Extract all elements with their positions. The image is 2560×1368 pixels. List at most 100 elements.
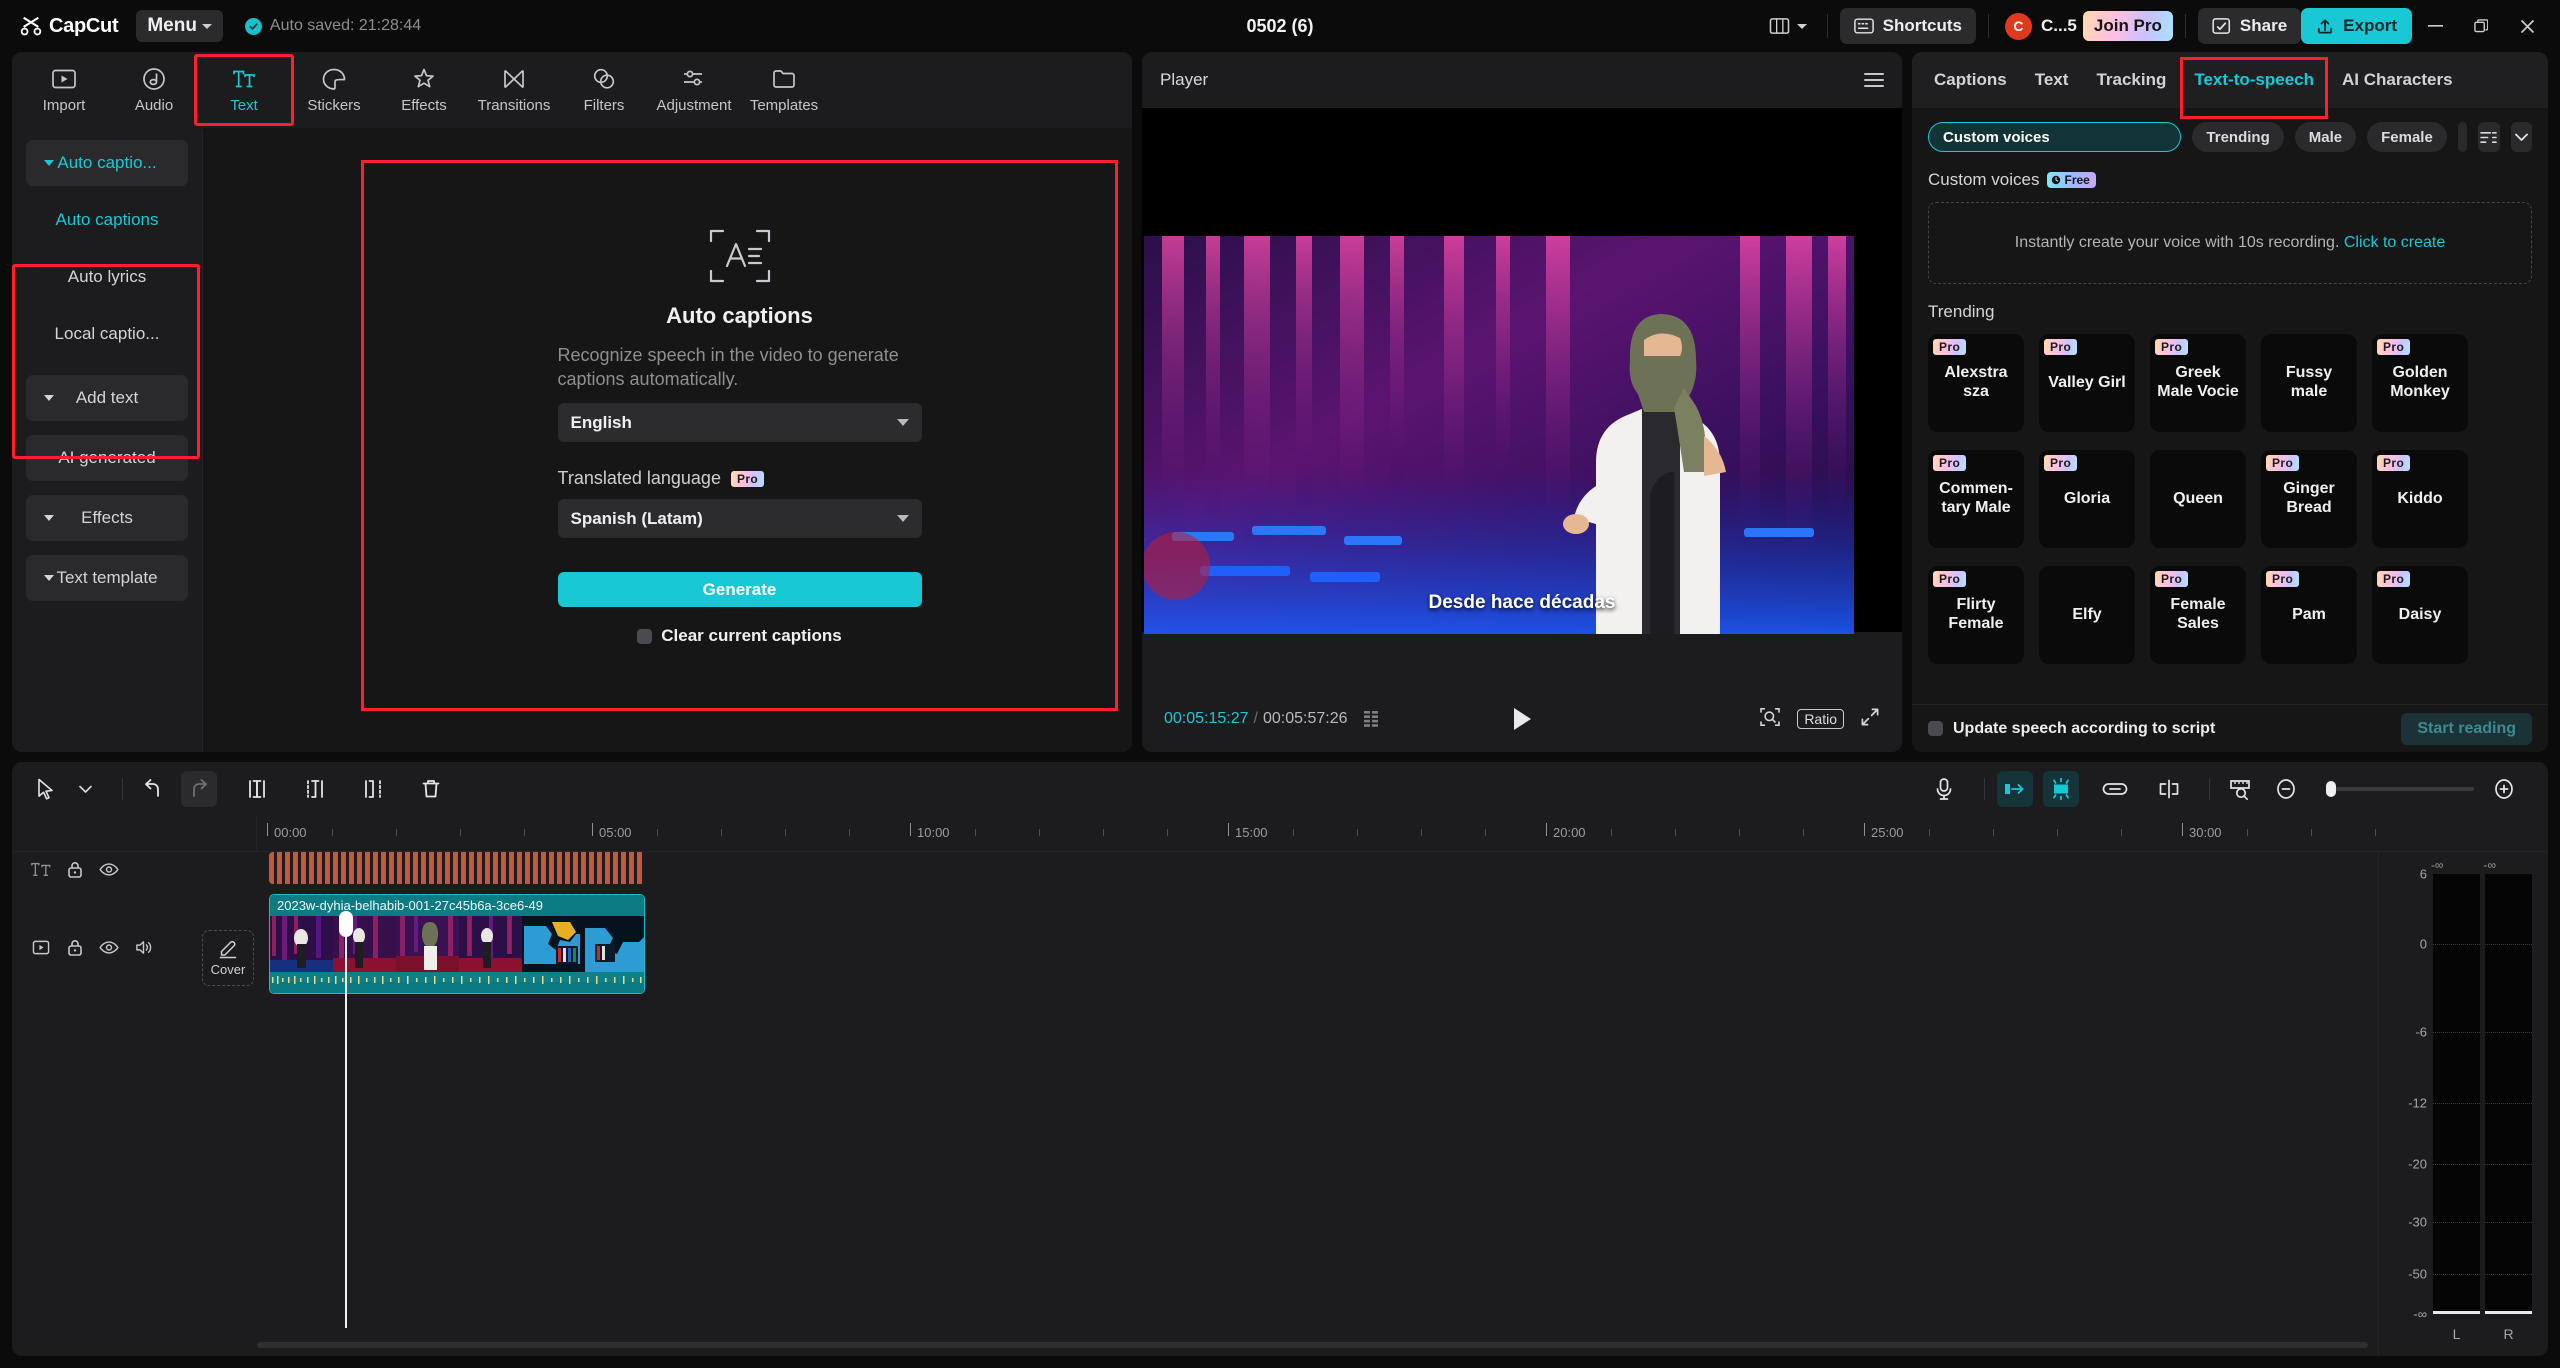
sidebar-item-auto-captions-group[interactable]: Auto captio... [26,140,188,186]
filter-male[interactable]: Male [2294,122,2357,152]
generate-button[interactable]: Generate [557,572,922,608]
tab-text-to-speech[interactable]: Text-to-speech [2180,52,2329,119]
voice-card[interactable]: Pro Ginger Bread [2261,450,2357,548]
restore-button[interactable] [2458,0,2504,52]
voice-card[interactable]: Pro Greek Male Vocie [2150,334,2246,432]
sidebar-item-auto-captions[interactable]: Auto captions [26,197,188,243]
voice-card[interactable]: Pro Golden Monkey [2372,334,2468,432]
tab-text[interactable]: Text [2021,52,2083,108]
eye-icon[interactable] [96,934,122,960]
zoom-out-icon[interactable] [2268,771,2304,807]
sidebar-item-local-captions[interactable]: Local captio... [26,311,188,357]
cover-button[interactable]: Cover [202,930,254,986]
ruler-icon[interactable] [2222,771,2258,807]
eye-icon[interactable] [96,856,122,882]
tab-adjustment[interactable]: Adjustment [650,57,738,123]
magnify-icon[interactable] [1759,706,1781,733]
player-menu-icon[interactable] [1864,73,1884,87]
zoom-in-icon[interactable] [2486,771,2522,807]
tab-filters[interactable]: Filters [560,57,648,123]
tab-text[interactable]: Text [194,54,294,126]
sidebar-item-add-text[interactable]: Add text [26,375,188,421]
voice-card[interactable]: Pro Alexstra sza [1928,334,2024,432]
translated-language-select[interactable]: Spanish (Latam) [557,499,922,539]
tab-effects[interactable]: Effects [380,57,468,123]
keyframe-icon[interactable] [2043,771,2079,807]
redo-icon[interactable] [181,771,217,807]
zoom-slider[interactable] [2326,781,2474,797]
sidebar-item-effects[interactable]: Effects [26,495,188,541]
menu-button[interactable]: Menu [136,10,223,42]
text-clip[interactable] [269,852,645,884]
voice-card[interactable]: Pro Female Sales [2150,566,2246,664]
trim-right-icon[interactable] [355,771,391,807]
tab-stickers[interactable]: Stickers [290,57,378,123]
filter-female[interactable]: Female [2367,122,2447,152]
snap-icon[interactable] [2151,771,2187,807]
export-button[interactable]: Export [2301,8,2412,44]
start-reading-button[interactable]: Start reading [2401,712,2532,745]
timeline-ruler[interactable]: 00:00 05:00 10:00 15:00 20:00 25:00 30:0… [12,816,2548,852]
voice-card[interactable]: Elfy [2039,566,2135,664]
minimize-button[interactable] [2412,0,2458,52]
layout-button[interactable] [1761,11,1815,42]
create-voice-promo[interactable]: Instantly create your voice with 10s rec… [1928,202,2532,284]
delete-icon[interactable] [413,771,449,807]
voice-card[interactable]: Pro Flirty Female [1928,566,2024,664]
share-button[interactable]: Share [2197,8,2302,44]
auto-cut-icon[interactable] [1997,771,2033,807]
timeline-scrollbar[interactable] [257,1342,2368,1348]
voice-card[interactable]: Pro Kiddo [2372,450,2468,548]
voice-card[interactable]: Pro Gloria [2039,450,2135,548]
link-icon[interactable] [2097,771,2133,807]
trim-left-icon[interactable] [297,771,333,807]
video-clip[interactable]: 2023w-dyhia-belhabib-001-27c45b6a-3ce6-4… [269,894,645,994]
clear-captions-row[interactable]: Clear current captions [558,626,922,646]
speaker-icon[interactable] [130,934,156,960]
keyframe-list-icon[interactable] [1363,711,1386,727]
voice-card[interactable]: Pro Daisy [2372,566,2468,664]
tab-transitions[interactable]: Transitions [470,57,558,123]
undo-icon[interactable] [135,771,171,807]
voice-card[interactable]: Pro Commen- tary Male [1928,450,2024,548]
clear-captions-checkbox[interactable] [637,628,653,644]
voice-card[interactable]: Pro Valley Girl [2039,334,2135,432]
voice-card[interactable]: Queen [2150,450,2246,548]
tab-import[interactable]: Import [20,57,108,123]
tab-templates[interactable]: Templates [740,57,828,123]
tab-captions[interactable]: Captions [1920,52,2021,108]
update-speech-checkbox[interactable] [1928,721,1943,736]
sidebar-item-auto-lyrics[interactable]: Auto lyrics [26,254,188,300]
filter-trending[interactable]: Trending [2192,122,2284,152]
chevron-down-icon[interactable] [2510,122,2532,152]
lock-icon[interactable] [62,934,88,960]
pro-badge: Pro [2266,571,2300,587]
zoom-slider-knob[interactable] [2326,781,2336,797]
sidebar-item-ai-generated[interactable]: AI generated [26,435,188,481]
ratio-button[interactable]: Ratio [1797,709,1844,729]
tab-audio[interactable]: Audio [110,57,198,123]
voice-card[interactable]: Fussy male [2261,334,2357,432]
tab-tracking[interactable]: Tracking [2082,52,2180,108]
voice-card[interactable]: Pro Pam [2261,566,2357,664]
lock-icon[interactable] [62,856,88,882]
filter-icon[interactable] [2478,122,2500,152]
filter-overflow[interactable] [2457,122,2468,152]
account-button[interactable]: C C...5 [2001,8,2083,44]
tool-dropdown-icon[interactable] [74,771,96,807]
meter-gridline [2433,1164,2480,1166]
sidebar-item-text-template[interactable]: Text template [26,555,188,601]
split-icon[interactable] [239,771,275,807]
tab-ai-characters[interactable]: AI Characters [2328,52,2467,108]
shortcuts-button[interactable]: Shortcuts [1839,8,1976,44]
fullscreen-icon[interactable] [1860,707,1880,732]
select-tool-icon[interactable] [28,771,64,807]
click-to-create-link[interactable]: Click to create [2344,234,2445,252]
close-button[interactable] [2504,0,2550,52]
filter-custom-voices[interactable]: Custom voices [1928,122,2182,152]
source-language-select[interactable]: English [557,403,922,443]
join-pro-button[interactable]: Join Pro [2082,11,2173,41]
microphone-icon[interactable] [1926,771,1962,807]
ruler-tick [1739,829,1740,836]
play-icon[interactable] [1513,708,1531,730]
